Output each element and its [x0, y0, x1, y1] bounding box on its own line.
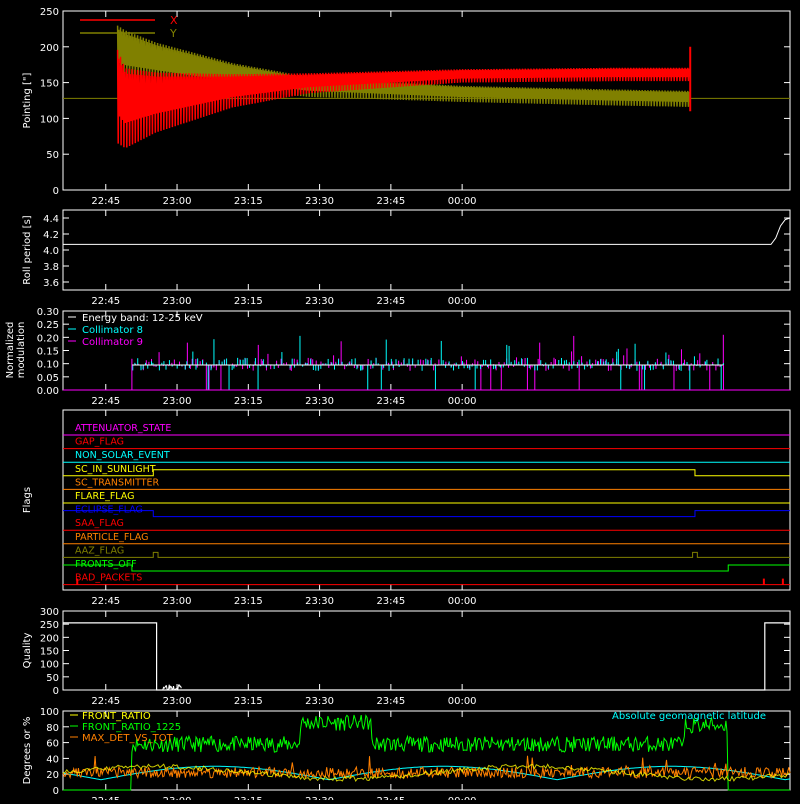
flag-label-gap-flag: GAP_FLAG — [75, 437, 124, 448]
y-tick-label: 80 — [46, 723, 59, 734]
x-tick-label: 23:15 — [234, 196, 263, 207]
y-tick-label: 0.10 — [37, 360, 59, 371]
y-tick-label: 0.25 — [37, 320, 59, 331]
x-tick-label: 23:30 — [305, 196, 334, 207]
x-tick-label: 23:45 — [376, 196, 405, 207]
y-tick-label: 0.15 — [37, 347, 59, 358]
x-tick-label: 23:30 — [305, 696, 334, 707]
y-tick-label: 60 — [46, 739, 59, 750]
x-tick-label: 00:00 — [448, 196, 477, 207]
legend-label-front-ratio: FRONT_RATIO — [82, 711, 151, 722]
y-axis-label-line1: Normalized — [5, 322, 16, 379]
legend-label-collimator: Collimator 9 — [82, 337, 143, 348]
x-tick-label: 23:45 — [376, 296, 405, 307]
x-tick-label: 23:15 — [234, 796, 263, 800]
x-tick-label: 22:45 — [91, 796, 120, 800]
flag-label-aaz-flag: AAZ_FLAG — [75, 545, 124, 556]
y-tick-label: 250 — [40, 7, 59, 18]
y-axis-label-line2: modulation — [16, 322, 27, 379]
flag-label-particle-flag: PARTICLE_FLAG — [75, 532, 148, 543]
x-tick-label: 23:00 — [163, 396, 192, 407]
x-tick-label: 23:30 — [305, 796, 334, 800]
x-tick-label: 23:15 — [234, 596, 263, 607]
flag-label-sc-in-sunlight: SC_IN_SUNLIGHT — [75, 464, 156, 475]
x-tick-label: 23:00 — [163, 796, 192, 800]
y-tick-label: 300 — [40, 607, 59, 618]
flag-label-bad-packets: BAD_PACKETS — [75, 573, 142, 584]
x-tick-label: 23:45 — [376, 696, 405, 707]
y-axis-label: Quality — [22, 633, 33, 669]
y-tick-label: 50 — [46, 150, 59, 161]
y-axis-label: Roll period [s] — [22, 215, 33, 284]
legend-label-y: Y — [169, 27, 177, 40]
x-tick-label: 23:30 — [305, 296, 334, 307]
flag-label-flare-flag: FLARE_FLAG — [75, 491, 135, 502]
y-axis-label: Flags — [22, 487, 33, 513]
y-tick-label: 200 — [40, 633, 59, 644]
y-axis-label: Pointing ["] — [22, 72, 33, 128]
x-tick-label: 23:15 — [234, 396, 263, 407]
x-tick-label: 23:45 — [376, 596, 405, 607]
figure: 05010015020025022:45 23:00 23:15 23:30 23:45… — [0, 0, 800, 804]
legend-label-collimator: Collimator 8 — [82, 325, 143, 336]
x-tick-label: 22:45 — [91, 596, 120, 607]
x-tick-label: 23:15 — [234, 696, 263, 707]
x-tick-label: 00:00 — [448, 696, 477, 707]
y-tick-label: 150 — [40, 647, 59, 658]
y-axis-label: Degrees or % — [22, 717, 33, 785]
y-tick-label: 4.4 — [43, 214, 59, 225]
flag-label-sc-transmitter: SC_TRANSMITTER — [75, 477, 160, 488]
x-tick-label: 22:45 — [91, 396, 120, 407]
legend-label-x: X — [170, 14, 178, 27]
x-tick-label: 00:00 — [448, 296, 477, 307]
y-tick-label: 100 — [40, 660, 59, 671]
y-tick-label: 0.30 — [37, 307, 59, 318]
y-tick-label: 100 — [40, 114, 59, 125]
x-tick-label: 23:00 — [163, 696, 192, 707]
y-tick-label: 100 — [40, 707, 59, 718]
flag-label-fronts-off: FRONTS_OFF — [75, 559, 137, 570]
y-tick-label: 0.20 — [37, 333, 59, 344]
y-tick-label: 200 — [40, 43, 59, 54]
flag-label-non-solar-event: NON_SOLAR_EVENT — [75, 450, 170, 461]
y-tick-label: 20 — [46, 770, 59, 781]
x-tick-label: 23:00 — [163, 596, 192, 607]
legend-label-max-det-vs-tot: MAX_DET_VS_TOT — [82, 733, 174, 744]
x-tick-label: 23:30 — [305, 396, 334, 407]
flag-label-saa-flag: SAA_FLAG — [75, 518, 124, 529]
x-tick-label: 22:45 — [91, 696, 120, 707]
x-tick-label: 00:00 — [448, 596, 477, 607]
y-tick-label: 0 — [53, 186, 59, 197]
x-tick-label: 00:00 — [448, 796, 477, 800]
y-tick-label: 0 — [53, 686, 59, 697]
x-tick-label: 23:00 — [163, 296, 192, 307]
legend-energy-band: Energy band: 12-25 keV — [82, 313, 203, 324]
legend-label-geomagnetic-latitude: Absolute geomagnetic latitude — [612, 711, 766, 722]
x-tick-label: 23:00 — [163, 196, 192, 207]
flag-label-attenuator-state: ATTENUATOR_STATE — [75, 423, 171, 434]
x-tick-label: 22:45 — [91, 196, 120, 207]
x-tick-label: 23:45 — [376, 796, 405, 800]
flag-label-eclipse-flag: ECLIPSE_FLAG — [75, 505, 143, 516]
legend-label-front-ratio-1225: FRONT_RATIO_1225 — [82, 722, 181, 733]
x-tick-label: 23:15 — [234, 296, 263, 307]
y-tick-label: 150 — [40, 79, 59, 90]
y-tick-label: 0.05 — [37, 373, 59, 384]
x-tick-label: 23:30 — [305, 596, 334, 607]
y-tick-label: 0.00 — [37, 386, 59, 397]
y-tick-label: 3.6 — [43, 278, 59, 289]
y-tick-label: 3.8 — [43, 262, 59, 273]
y-tick-label: 4.0 — [43, 246, 59, 257]
y-tick-label: 50 — [46, 673, 59, 684]
y-tick-label: 40 — [46, 754, 59, 765]
y-tick-label: 250 — [40, 620, 59, 631]
y-tick-label: 4.2 — [43, 230, 59, 241]
y-tick-label: 0 — [53, 786, 59, 797]
x-tick-label: 22:45 — [91, 296, 120, 307]
x-tick-label: 23:45 — [376, 396, 405, 407]
x-tick-label: 00:00 — [448, 396, 477, 407]
